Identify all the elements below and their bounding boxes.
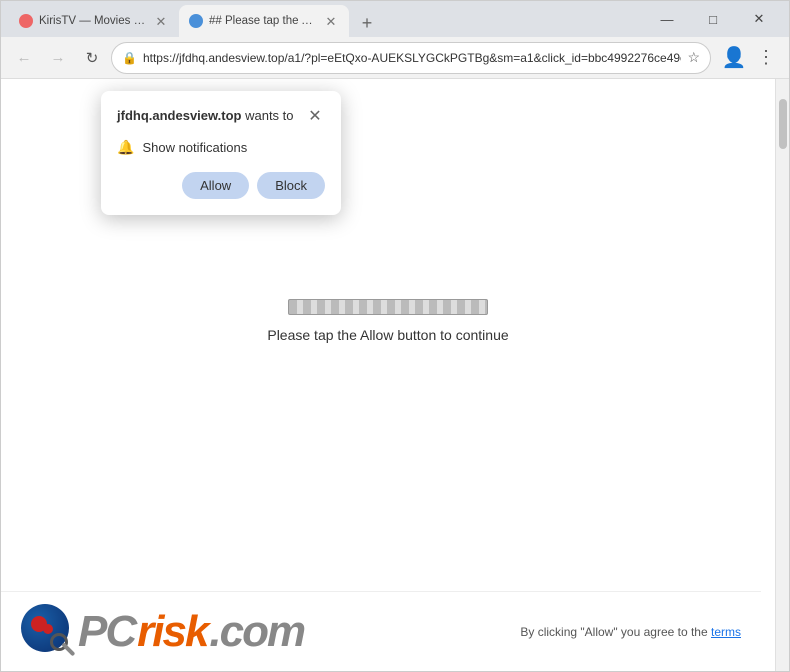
page-content: jfdhq.andesview.top wants to ✕ 🔔 Show no…: [1, 79, 775, 671]
tab1-close-icon[interactable]: ✕: [153, 13, 169, 29]
page-footer: PCrisk.com By clicking "Allow" you agree…: [1, 591, 761, 671]
forward-button[interactable]: →: [43, 43, 73, 73]
new-tab-button[interactable]: +: [353, 9, 381, 37]
allow-button[interactable]: Allow: [182, 172, 249, 199]
globe-red-dot2: [43, 624, 53, 634]
window-controls: — □ ✕: [645, 5, 781, 33]
address-bar[interactable]: 🔒 ☆: [111, 42, 711, 74]
tab2-close-icon[interactable]: ✕: [323, 13, 339, 29]
block-button[interactable]: Block: [257, 172, 325, 199]
loading-bar-container: [288, 299, 488, 315]
maximize-button[interactable]: □: [691, 5, 735, 33]
footer-prefix: By clicking "Allow" you agree to the: [520, 625, 711, 639]
popup-buttons: Allow Block: [117, 172, 325, 199]
menu-icon[interactable]: ⋮: [751, 43, 781, 73]
close-button[interactable]: ✕: [737, 5, 781, 33]
tab2-title: ## Please tap the Allow button...: [209, 15, 317, 27]
title-bar: KirisTV — Movies and Series D... ✕ ## Pl…: [1, 1, 789, 37]
loading-bar: [288, 299, 488, 315]
profile-icon[interactable]: 👤: [719, 43, 749, 73]
page-instruction: Please tap the Allow button to continue: [267, 327, 508, 343]
lock-icon: 🔒: [122, 51, 137, 65]
address-input[interactable]: [143, 51, 681, 65]
tab1-title: KirisTV — Movies and Series D...: [39, 15, 147, 27]
logo-pc-text: PC: [78, 610, 135, 654]
bookmark-icon[interactable]: ☆: [687, 49, 700, 66]
bell-icon: 🔔: [117, 139, 134, 156]
tab-1[interactable]: KirisTV — Movies and Series D... ✕: [9, 5, 179, 37]
pcrisk-logo: PCrisk.com: [21, 604, 304, 659]
minimize-button[interactable]: —: [645, 5, 689, 33]
footer-text: By clicking "Allow" you agree to the ter…: [520, 625, 741, 639]
logo-risk-text: risk: [137, 610, 207, 654]
reload-button[interactable]: ↻: [77, 43, 107, 73]
logo-dotcom-text: .com: [209, 610, 304, 654]
browser-frame: KirisTV — Movies and Series D... ✕ ## Pl…: [0, 0, 790, 672]
back-button[interactable]: ←: [9, 43, 39, 73]
tab-2[interactable]: ## Please tap the Allow button... ✕: [179, 5, 349, 37]
popup-title-suffix: wants to: [241, 108, 293, 123]
scrollbar[interactable]: [775, 79, 789, 671]
scrollbar-thumb[interactable]: [779, 99, 787, 149]
popup-title: jfdhq.andesview.top wants to: [117, 107, 305, 125]
popup-close-button[interactable]: ✕: [305, 107, 325, 127]
footer-terms-link[interactable]: terms: [711, 625, 741, 639]
popup-header: jfdhq.andesview.top wants to ✕: [117, 107, 325, 127]
permission-popup: jfdhq.andesview.top wants to ✕ 🔔 Show no…: [101, 91, 341, 215]
popup-notification-row: 🔔 Show notifications: [117, 139, 325, 156]
logo-globe-icon: [21, 604, 76, 659]
tab1-favicon: [19, 14, 33, 28]
tab2-favicon: [189, 14, 203, 28]
toolbar: ← → ↻ 🔒 ☆ 👤 ⋮: [1, 37, 789, 79]
popup-notification-text: Show notifications: [142, 140, 247, 155]
viewport: jfdhq.andesview.top wants to ✕ 🔔 Show no…: [1, 79, 789, 671]
popup-domain: jfdhq.andesview.top: [117, 108, 241, 123]
toolbar-right: 👤 ⋮: [719, 43, 781, 73]
